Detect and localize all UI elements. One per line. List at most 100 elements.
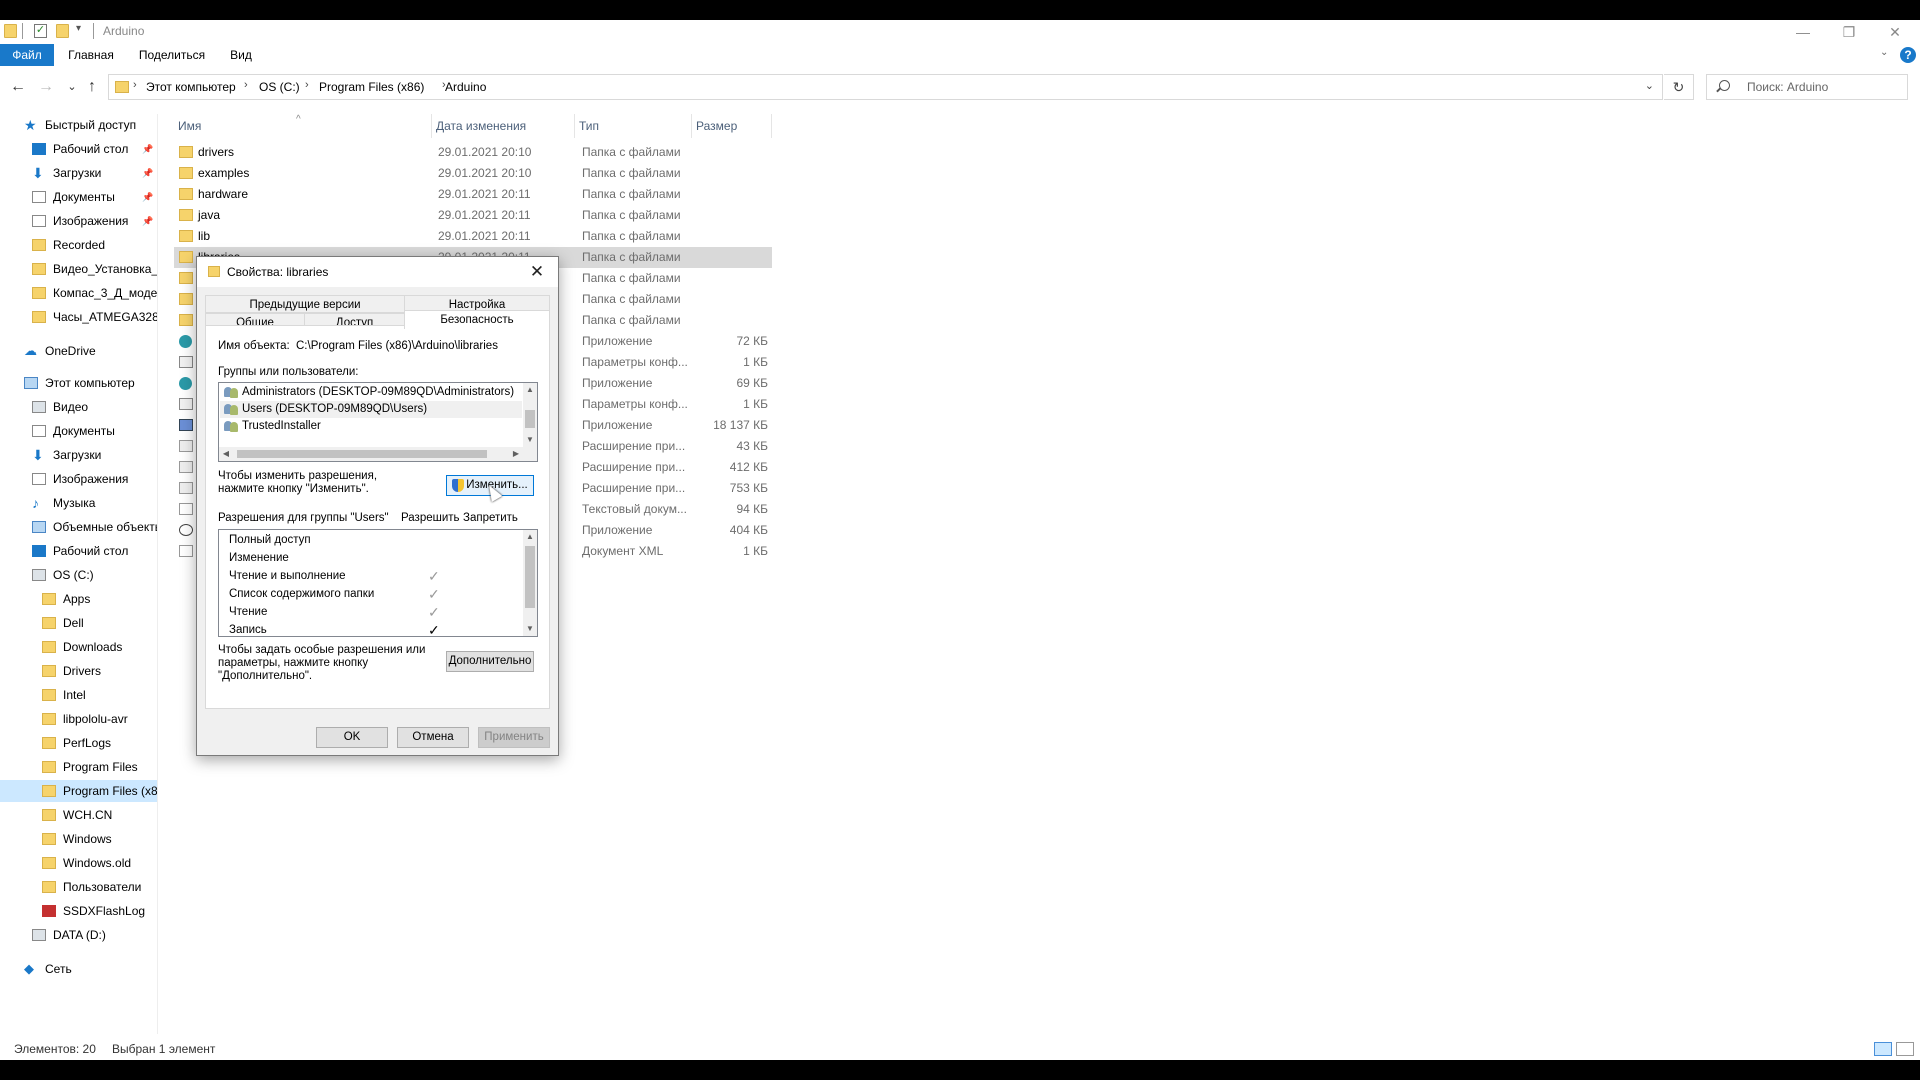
- breadcrumb-program-files-x86[interactable]: Program Files (x86): [319, 80, 424, 94]
- sidebar-item[interactable]: Видео_Установка_г: [0, 258, 157, 280]
- breadcrumb-arduino[interactable]: Arduino: [445, 80, 486, 94]
- column-header-date[interactable]: Дата изменения: [432, 114, 575, 138]
- sidebar-item[interactable]: Recorded: [0, 234, 157, 256]
- close-button[interactable]: ✕: [1872, 20, 1918, 44]
- sidebar-item[interactable]: Пользователи: [0, 876, 157, 898]
- restore-button[interactable]: ❐: [1826, 20, 1872, 44]
- tab-view[interactable]: Вид: [224, 44, 258, 66]
- breadcrumb-os-c[interactable]: OS (C:): [259, 80, 300, 94]
- tab-share[interactable]: Поделиться: [134, 44, 210, 66]
- sidebar-item-label: Dell: [63, 616, 84, 630]
- expand-ribbon-icon[interactable]: ⌄: [1880, 47, 1888, 58]
- sidebar-item[interactable]: Изображения: [0, 468, 157, 490]
- sidebar-item[interactable]: Downloads: [0, 636, 157, 658]
- sidebar-item[interactable]: Этот компьютер: [0, 372, 157, 394]
- sidebar-item[interactable]: Часы_ATMEGA328_: [0, 306, 157, 328]
- ok-button[interactable]: OK: [316, 727, 388, 748]
- sidebar-item[interactable]: Intel: [0, 684, 157, 706]
- sidebar-item[interactable]: Windows.old: [0, 852, 157, 874]
- chevron-right-icon[interactable]: ›: [305, 79, 309, 91]
- advanced-button[interactable]: Дополнительно: [446, 651, 534, 672]
- search-box[interactable]: Поиск: Arduino: [1706, 74, 1908, 100]
- new-folder-icon[interactable]: [56, 24, 69, 38]
- sidebar-item[interactable]: Изображения 📌: [0, 210, 157, 232]
- dialog-close-button[interactable]: ✕: [522, 259, 552, 285]
- sidebar-item[interactable]: Program Files (x86): [0, 780, 157, 802]
- scroll-down-icon[interactable]: ▼: [523, 622, 537, 636]
- recent-locations-button[interactable]: ⌄: [62, 76, 82, 98]
- file-row[interactable]: drivers 29.01.2021 20:10 Папка с файлами: [174, 142, 772, 163]
- scroll-up-icon[interactable]: ▲: [523, 530, 537, 544]
- cancel-button[interactable]: Отмена: [397, 727, 469, 748]
- sidebar-item[interactable]: DATA (D:): [0, 924, 157, 946]
- group-item[interactable]: TrustedInstaller: [220, 418, 522, 435]
- sidebar-item[interactable]: ★ Быстрый доступ: [0, 114, 157, 136]
- file-row[interactable]: lib 29.01.2021 20:11 Папка с файлами: [174, 226, 772, 247]
- tab-previous-versions[interactable]: Предыдущие версии: [205, 295, 405, 313]
- scroll-thumb[interactable]: [237, 450, 487, 458]
- details-view-icon[interactable]: [1874, 1042, 1892, 1056]
- file-row[interactable]: hardware 29.01.2021 20:11 Папка с файлами: [174, 184, 772, 205]
- sidebar-item[interactable]: ♪ Музыка: [0, 492, 157, 514]
- sidebar-item[interactable]: Объемные объекты: [0, 516, 157, 538]
- file-row[interactable]: java 29.01.2021 20:11 Папка с файлами: [174, 205, 772, 226]
- scroll-left-icon[interactable]: ◀: [219, 447, 233, 461]
- sidebar-item[interactable]: libpololu-avr: [0, 708, 157, 730]
- chevron-right-icon[interactable]: ›: [133, 79, 137, 91]
- sidebar-item[interactable]: ◆ Сеть: [0, 958, 157, 980]
- sidebar-item[interactable]: Документы: [0, 420, 157, 442]
- file-row[interactable]: examples 29.01.2021 20:10 Папка с файлами: [174, 163, 772, 184]
- address-dropdown-icon[interactable]: ⌄: [1645, 79, 1654, 92]
- groups-list[interactable]: Administrators (DESKTOP-09M89QD\Administ…: [218, 382, 538, 462]
- sidebar-item[interactable]: Apps: [0, 588, 157, 610]
- column-header-type[interactable]: Тип: [575, 114, 692, 138]
- sidebar-item[interactable]: ☁ OneDrive: [0, 340, 157, 362]
- sidebar-item[interactable]: Видео: [0, 396, 157, 418]
- groups-vertical-scrollbar[interactable]: ▲ ▼: [523, 383, 537, 447]
- forward-button[interactable]: →: [36, 76, 56, 98]
- sidebar-item[interactable]: PerfLogs: [0, 732, 157, 754]
- apply-button[interactable]: Применить: [478, 727, 550, 748]
- tab-file[interactable]: Файл: [0, 44, 54, 66]
- large-icons-view-icon[interactable]: [1896, 1042, 1914, 1056]
- scroll-down-icon[interactable]: ▼: [523, 433, 537, 447]
- scroll-thumb[interactable]: [525, 410, 535, 428]
- groups-horizontal-scrollbar[interactable]: ◀ ▶: [219, 447, 537, 461]
- chevron-right-icon[interactable]: ›: [244, 79, 248, 91]
- scroll-up-icon[interactable]: ▲: [523, 383, 537, 397]
- permissions-list[interactable]: Полный доступ Изменение Чтение и выполнени…: [218, 529, 538, 637]
- address-bar[interactable]: › Этот компьютер › OS (C:) › Program Fil…: [108, 74, 1663, 100]
- properties-check-icon[interactable]: ✓: [34, 24, 47, 38]
- sidebar-item[interactable]: Рабочий стол: [0, 540, 157, 562]
- column-header-name[interactable]: ^ Имя: [174, 114, 432, 138]
- tab-security[interactable]: Безопасность: [404, 310, 550, 329]
- sidebar-item[interactable]: OS (C:): [0, 564, 157, 586]
- breadcrumb-this-pc[interactable]: Этот компьютер: [146, 80, 236, 94]
- tab-home[interactable]: Главная: [62, 44, 120, 66]
- sidebar-item[interactable]: Drivers: [0, 660, 157, 682]
- sidebar-item[interactable]: Документы 📌: [0, 186, 157, 208]
- quick-access-dropdown-icon[interactable]: ▾: [76, 23, 81, 34]
- back-button[interactable]: ←: [8, 76, 28, 98]
- permissions-vertical-scrollbar[interactable]: ▲ ▼: [523, 530, 537, 636]
- group-item[interactable]: Administrators (DESKTOP-09M89QD\Administ…: [220, 384, 522, 401]
- help-icon[interactable]: ?: [1900, 47, 1916, 63]
- sidebar-item[interactable]: ⬇ Загрузки 📌: [0, 162, 157, 184]
- window-title: Arduino: [103, 24, 145, 38]
- sidebar-item[interactable]: Dell: [0, 612, 157, 634]
- search-input[interactable]: Поиск: Arduino: [1747, 80, 1828, 94]
- sidebar-item[interactable]: Компас_3_Д_моде: [0, 282, 157, 304]
- group-item[interactable]: Users (DESKTOP-09M89QD\Users): [220, 401, 522, 418]
- sidebar-item[interactable]: WCH.CN: [0, 804, 157, 826]
- minimize-button[interactable]: —: [1780, 20, 1826, 44]
- refresh-button[interactable]: ↻: [1664, 74, 1694, 100]
- sidebar-item[interactable]: Windows: [0, 828, 157, 850]
- scroll-thumb[interactable]: [525, 546, 535, 608]
- column-header-size[interactable]: Размер: [692, 114, 772, 138]
- sidebar-item[interactable]: SSDXFlashLog: [0, 900, 157, 922]
- sidebar-item[interactable]: Program Files: [0, 756, 157, 778]
- scroll-right-icon[interactable]: ▶: [509, 447, 523, 461]
- sidebar-item[interactable]: Рабочий стол 📌: [0, 138, 157, 160]
- sidebar-item[interactable]: ⬇ Загрузки: [0, 444, 157, 466]
- up-button[interactable]: ↑: [82, 76, 102, 98]
